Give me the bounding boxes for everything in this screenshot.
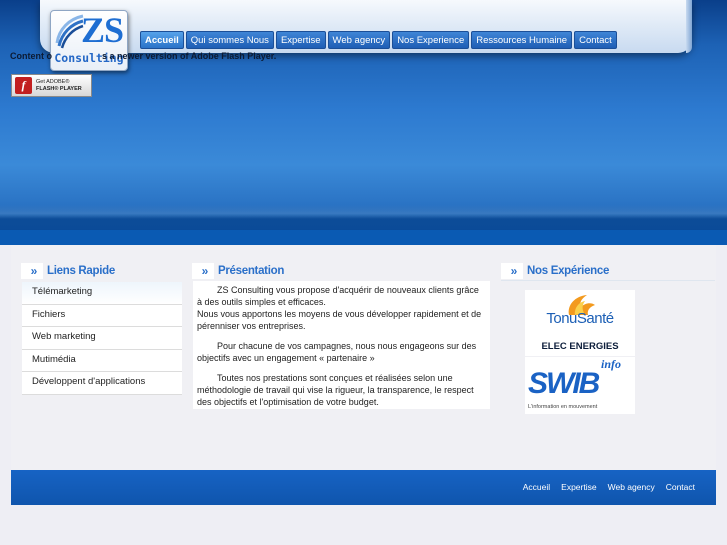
top-bar-edge bbox=[686, 0, 692, 53]
chevron-right-icon: » bbox=[21, 263, 43, 279]
presentation-paragraph: Toutes nos prestations sont conçues et r… bbox=[197, 373, 474, 407]
swib-tagline: L'information en mouvement bbox=[528, 404, 598, 410]
presentation-paragraph: Pour chacune de vos campagnes, nous nous… bbox=[197, 341, 477, 363]
site-logo[interactable]: ZS Consulting bbox=[50, 10, 128, 71]
client-logo-tonusante[interactable]: TonuSanté ELEC ENERGIES bbox=[525, 290, 635, 356]
nav-contact[interactable]: Contact bbox=[574, 31, 617, 49]
experience-title: Nos Expérience bbox=[527, 265, 610, 277]
nav-nos-experience[interactable]: Nos Experience bbox=[392, 31, 470, 49]
liens-item-web-marketing[interactable]: Web marketing bbox=[22, 327, 182, 350]
flash-badge-line1: Get ADOBE® bbox=[36, 78, 70, 85]
liens-item-fichiers[interactable]: Fichiers bbox=[22, 305, 182, 327]
presentation-title: Présentation bbox=[218, 265, 285, 277]
liens-rapide-list: Télémarketing Fichiers Web marketing Mut… bbox=[22, 282, 182, 395]
presentation-text: ZS Consulting vous propose d'acquérir de… bbox=[193, 281, 490, 409]
footer-nav: Accueil Expertise Web agency Contact bbox=[512, 482, 695, 492]
experience-heading: » Nos Expérience bbox=[501, 262, 609, 280]
swib-name: SWIB bbox=[528, 367, 600, 400]
footer-link-contact[interactable]: Contact bbox=[666, 482, 695, 492]
nav-web-agency[interactable]: Web agency bbox=[327, 31, 391, 49]
nav-ressources-humaine[interactable]: Ressources Humaine bbox=[471, 31, 573, 49]
main-nav: Accueil Qui sommes Nous Expertise Web ag… bbox=[140, 31, 619, 49]
chevron-right-icon: » bbox=[192, 263, 214, 279]
nav-expertise[interactable]: Expertise bbox=[275, 31, 326, 49]
presentation-paragraph: ZS Consulting vous propose d'acquérir de… bbox=[197, 285, 479, 307]
liens-item-multimedia[interactable]: Mutimédia bbox=[22, 350, 182, 372]
get-flash-player-button[interactable]: f Get ADOBE® FLASH® PLAYER bbox=[11, 74, 92, 97]
swib-info: info bbox=[600, 357, 621, 371]
tonusante-name: TonuSanté bbox=[546, 310, 614, 327]
liens-item-developpement[interactable]: Développent d'applications bbox=[22, 372, 182, 395]
presentation-heading: » Présentation bbox=[192, 262, 284, 280]
chevron-right-icon: » bbox=[501, 263, 523, 279]
hero-glow bbox=[0, 205, 727, 219]
liens-rapide-title: Liens Rapide bbox=[47, 265, 115, 277]
logo-zs: ZS bbox=[81, 10, 124, 50]
liens-rapide-heading: » Liens Rapide bbox=[21, 262, 182, 280]
flash-notice: Content o s a newer version of Adobe Fla… bbox=[10, 51, 277, 61]
client-logo-swib[interactable]: info SWIB L'information en mouvement bbox=[525, 357, 635, 414]
flash-badge-line2: FLASH® PLAYER bbox=[36, 85, 82, 92]
footer-link-expertise[interactable]: Expertise bbox=[561, 482, 596, 492]
hero-band bbox=[0, 230, 727, 245]
liens-item-telemarketing[interactable]: Télémarketing bbox=[22, 282, 182, 305]
experience-divider bbox=[501, 280, 715, 281]
tonusante-sub: ELEC ENERGIES bbox=[541, 341, 619, 352]
nav-accueil[interactable]: Accueil bbox=[140, 31, 184, 49]
nav-qui-sommes-nous[interactable]: Qui sommes Nous bbox=[185, 31, 274, 49]
footer: Accueil Expertise Web agency Contact bbox=[11, 470, 716, 505]
footer-link-accueil[interactable]: Accueil bbox=[523, 482, 550, 492]
flash-badge-text: Get ADOBE® FLASH® PLAYER bbox=[36, 79, 82, 93]
flash-icon: f bbox=[15, 77, 32, 94]
presentation-paragraph: Nous vous apportons les moyens de vous d… bbox=[197, 309, 482, 331]
footer-link-web-agency[interactable]: Web agency bbox=[608, 482, 655, 492]
